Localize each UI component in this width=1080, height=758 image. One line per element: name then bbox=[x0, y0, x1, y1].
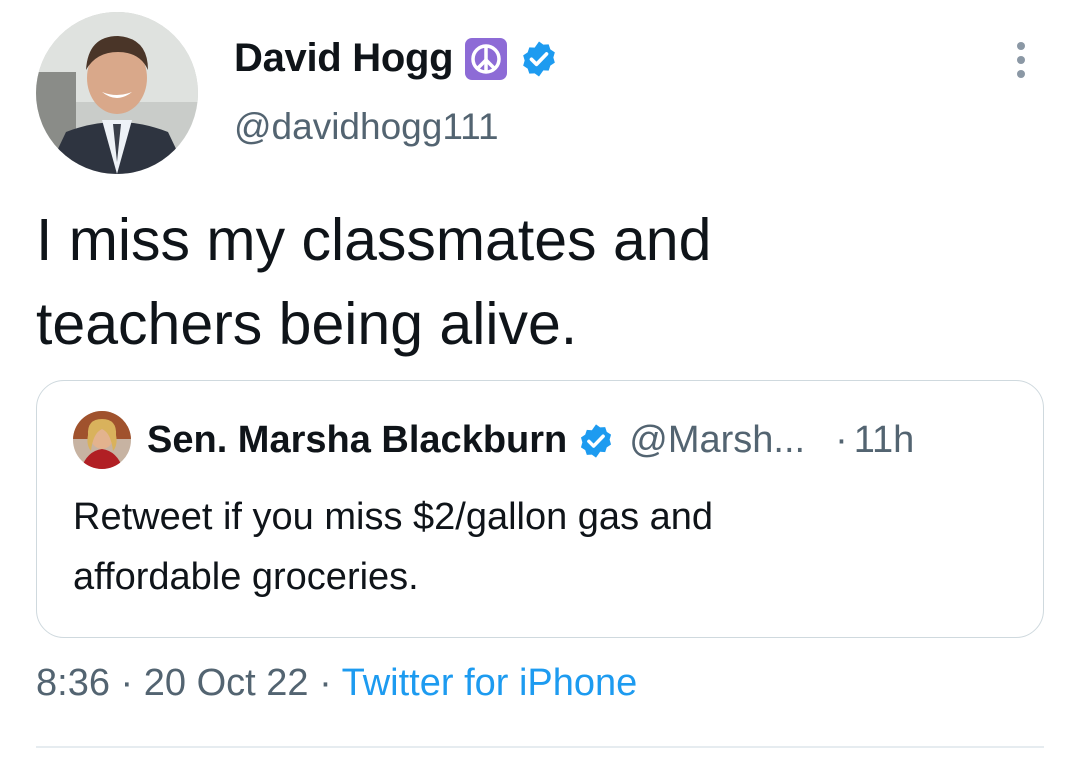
quoted-tweet[interactable]: Sen. Marsha Blackburn @Marsh... · 11h Re… bbox=[36, 380, 1044, 638]
meta-separator: · bbox=[109, 662, 144, 704]
quoted-author-handle[interactable]: @Marsh... bbox=[629, 419, 805, 462]
more-options-icon[interactable] bbox=[1012, 40, 1030, 84]
author-handle[interactable]: @davidhogg111 bbox=[234, 106, 499, 148]
quoted-timestamp[interactable]: 11h bbox=[854, 419, 915, 462]
author-name-row: David Hogg bbox=[234, 36, 559, 81]
quoted-tweet-text: Retweet if you miss $2/gallon gas and af… bbox=[73, 496, 714, 598]
peace-sign-icon bbox=[465, 37, 508, 80]
quoted-header: Sen. Marsha Blackburn @Marsh... · 11h bbox=[147, 419, 914, 462]
tweet-meta: 8:36 · 20 Oct 22 · Twitter for iPhone bbox=[36, 662, 637, 705]
tweet-source-link[interactable]: Twitter for iPhone bbox=[342, 662, 638, 704]
author-name[interactable]: David Hogg bbox=[234, 36, 454, 81]
tweet-text: I miss my classmates and teachers being … bbox=[36, 207, 712, 357]
tweet-time[interactable]: 8:36 bbox=[36, 662, 110, 704]
tweet-date[interactable]: 20 Oct 22 bbox=[144, 662, 309, 704]
meta-separator: · bbox=[308, 662, 342, 704]
separator-dot: · bbox=[835, 419, 848, 461]
divider bbox=[36, 746, 1044, 748]
verified-badge-icon bbox=[523, 41, 556, 76]
verified-badge-icon bbox=[581, 423, 612, 458]
quoted-author-avatar[interactable] bbox=[73, 411, 131, 469]
quoted-author-name[interactable]: Sen. Marsha Blackburn bbox=[147, 419, 567, 462]
author-avatar[interactable] bbox=[36, 12, 198, 174]
